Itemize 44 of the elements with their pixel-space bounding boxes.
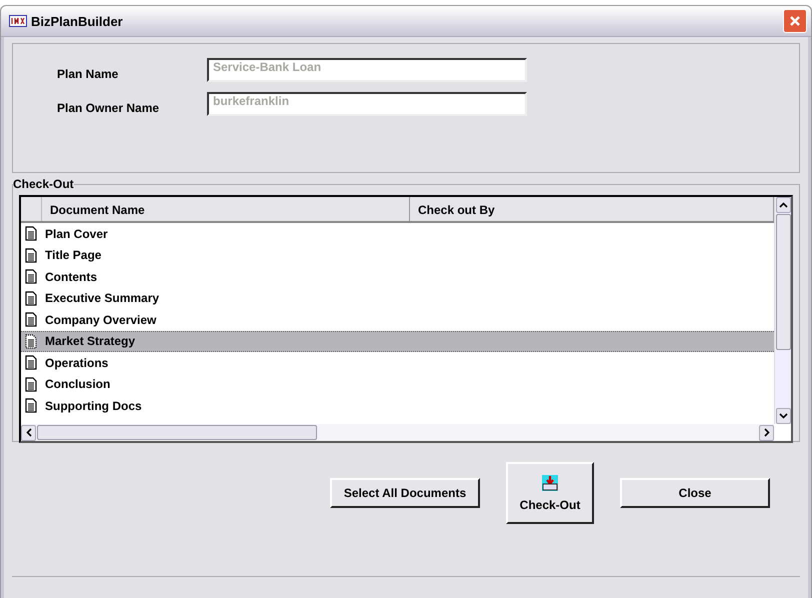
window-title: BizPlanBuilder bbox=[31, 14, 124, 28]
scroll-down-icon[interactable] bbox=[776, 408, 790, 424]
scroll-thumb[interactable] bbox=[776, 214, 790, 350]
table-row[interactable]: Plan Cover bbox=[21, 223, 774, 244]
table-cell-text: Plan Cover bbox=[44, 226, 108, 241]
table-cell-text: Title Page bbox=[44, 248, 102, 262]
document-icon bbox=[25, 398, 37, 414]
field-label: Plan Name bbox=[57, 67, 120, 81]
document-icon bbox=[25, 269, 37, 284]
table-row[interactable]: Contents bbox=[21, 266, 774, 288]
table-cell-text: Operations bbox=[44, 356, 108, 370]
document-icon bbox=[25, 376, 37, 392]
table-row[interactable]: Executive Summary bbox=[21, 288, 774, 309]
dialog-button[interactable]: Select All Documents bbox=[330, 478, 480, 508]
table-row[interactable]: Operations bbox=[21, 352, 774, 374]
check-out-button[interactable]: Check-Out bbox=[506, 462, 594, 524]
table-row[interactable]: Title Page bbox=[21, 244, 774, 266]
close-icon[interactable] bbox=[783, 9, 807, 33]
document-icon bbox=[25, 334, 37, 349]
document-icon bbox=[25, 226, 37, 242]
document-icon bbox=[25, 312, 37, 328]
tray-download-icon bbox=[541, 474, 559, 492]
field-label: Plan Owner Name bbox=[57, 101, 160, 115]
column-header[interactable]: Document Name bbox=[42, 197, 410, 221]
app-logo-icon bbox=[9, 15, 27, 27]
scroll-left-icon[interactable] bbox=[21, 424, 36, 440]
table-row[interactable]: Conclusion bbox=[21, 374, 774, 395]
group-title: Check-Out bbox=[13, 177, 74, 191]
table-cell-text: Conclusion bbox=[44, 377, 110, 392]
table-row[interactable]: Company Overview bbox=[21, 309, 774, 330]
document-icon bbox=[25, 248, 37, 263]
document-icon bbox=[25, 355, 37, 370]
table-cell-text: Market Strategy bbox=[44, 334, 136, 348]
table-row[interactable]: Supporting Docs bbox=[21, 395, 774, 416]
scroll-thumb[interactable] bbox=[37, 425, 317, 440]
table-cell-text: Supporting Docs bbox=[44, 398, 142, 413]
table-row[interactable]: Market Strategy bbox=[21, 330, 774, 352]
table-cell-text: Executive Summary bbox=[44, 291, 160, 306]
table-cell-text: Contents bbox=[44, 270, 97, 284]
scroll-up-icon[interactable] bbox=[776, 197, 790, 213]
dialog-button[interactable]: Close bbox=[620, 478, 770, 508]
document-icon bbox=[25, 290, 37, 306]
table-cell-text: Company Overview bbox=[44, 312, 156, 327]
scroll-right-icon[interactable] bbox=[759, 424, 774, 440]
